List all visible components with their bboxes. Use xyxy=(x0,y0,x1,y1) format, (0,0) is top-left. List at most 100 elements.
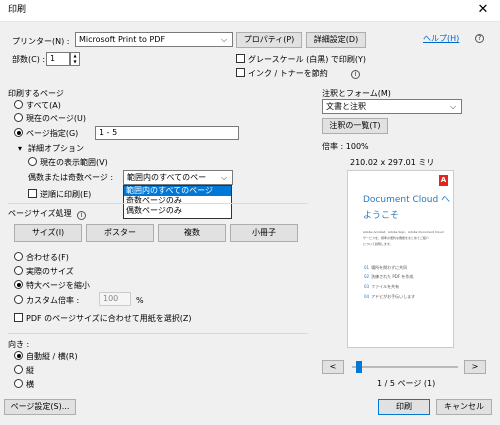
pages-heading: 印刷するページ xyxy=(8,89,64,98)
help-icon[interactable]: ? xyxy=(475,32,485,43)
grayscale-checkbox[interactable] xyxy=(236,54,245,63)
reverse-checkbox[interactable] xyxy=(28,189,37,198)
chevron-down-icon: ⌵ xyxy=(449,102,457,111)
sizing-option-custom[interactable]: カスタム倍率 : xyxy=(14,295,79,306)
copies-label: 部数(C) : xyxy=(12,55,46,64)
orientation-heading: 向き : xyxy=(8,340,30,349)
close-icon[interactable]: ✕ xyxy=(474,2,492,17)
print-button[interactable]: 印刷 xyxy=(378,399,430,415)
sizing-option-fit[interactable]: 合わせる(F) xyxy=(14,252,69,263)
current-view-label: 現在の表示範囲(V) xyxy=(40,158,108,167)
radio-button[interactable] xyxy=(14,365,23,374)
help-question-icon: ? xyxy=(475,34,484,43)
preview-bullet: 02 洗練された PDF を作成 xyxy=(364,274,414,279)
sizing-option-label: 特大ページを縮小 xyxy=(26,281,90,290)
reverse-option[interactable]: 逆順に印刷(E) xyxy=(28,189,91,200)
comments-forms-select[interactable]: 文書と注釈 ⌵ xyxy=(322,99,462,114)
radio-button[interactable] xyxy=(14,113,23,122)
multiple-button[interactable]: 複数 xyxy=(158,224,226,242)
page-sizing-label: ページサイズ処理 xyxy=(8,209,72,218)
sizing-option-label: 合わせる(F) xyxy=(26,253,69,262)
pages-option-label: 現在のページ(U) xyxy=(26,114,86,123)
orientation-option-label: 縦 xyxy=(26,366,34,375)
preview-scale: 倍率 : 100% xyxy=(322,142,369,151)
comment-summary-button[interactable]: 注釈の一覧(T) xyxy=(322,118,388,134)
dropdown-option[interactable]: 偶数ページのみ xyxy=(124,206,231,216)
orientation-option-label: 自動縦 / 横(R) xyxy=(26,352,78,361)
page-range-input[interactable]: 1 - 5 xyxy=(95,126,239,140)
sizing-option-actual[interactable]: 実際のサイズ xyxy=(14,266,74,277)
chevron-down-icon: ⌵ xyxy=(220,35,228,44)
preview-bullet: 04 アドビがお手伝いします xyxy=(364,294,416,299)
page-slider-track[interactable] xyxy=(352,366,458,368)
pages-option-current[interactable]: 現在のページ(U) xyxy=(14,113,86,124)
adobe-logo: A xyxy=(439,175,448,186)
radio-button[interactable] xyxy=(14,252,23,261)
grayscale-option[interactable]: グレースケール (白黒) で印刷(Y) xyxy=(236,54,366,65)
grayscale-label: グレースケール (白黒) で印刷(Y) xyxy=(248,55,367,64)
dropdown-option[interactable]: 範囲内のすべてのページ xyxy=(124,186,231,196)
preview-bullet: 03 ファイルを共有 xyxy=(364,284,400,289)
booklet-button[interactable]: 小冊子 xyxy=(230,224,298,242)
printer-selected-value: Microsoft Print to PDF xyxy=(79,35,166,44)
reverse-label: 逆順に印刷(E) xyxy=(40,190,92,199)
page-setup-button[interactable]: ページ設定(S)... xyxy=(4,399,76,415)
pages-option-all[interactable]: すべて(A) xyxy=(14,100,61,111)
advanced-button[interactable]: 詳細設定(D) xyxy=(306,32,366,48)
odd-even-dropdown-list: 範囲内のすべてのページ 奇数ページのみ 偶数ページのみ xyxy=(123,185,232,219)
orientation-option-auto[interactable]: 自動縦 / 横(R) xyxy=(14,351,78,362)
help-link[interactable]: ヘルプ(H) xyxy=(423,33,459,44)
pages-option-label: すべて(A) xyxy=(26,101,61,110)
window-title: 印刷 xyxy=(8,5,27,15)
size-button[interactable]: サイズ(I) xyxy=(14,224,82,242)
next-page-button[interactable]: > xyxy=(464,360,486,374)
radio-button[interactable] xyxy=(14,100,23,109)
properties-button[interactable]: プロパティ(P) xyxy=(236,32,302,48)
dropdown-option[interactable]: 奇数ページのみ xyxy=(124,196,231,206)
page-sizing-heading: ページサイズ処理 i xyxy=(8,208,87,220)
page-preview: A Document Cloud へ ようこそ Adobe Acrobat、Ad… xyxy=(347,170,454,348)
info-icon[interactable]: i xyxy=(77,211,87,220)
page-indicator: 1 / 5 ページ (1) xyxy=(377,379,436,388)
more-options-label: 詳細オプション xyxy=(28,144,85,153)
pages-option-range[interactable]: ページ指定(G) xyxy=(14,128,78,139)
sizing-option-label: 実際のサイズ xyxy=(26,267,74,276)
custom-scale-input[interactable]: 100 xyxy=(99,292,131,306)
radio-button[interactable] xyxy=(14,266,23,275)
sizing-option-shrink[interactable]: 特大ページを縮小 xyxy=(14,280,90,291)
save-ink-checkbox[interactable] xyxy=(236,68,245,77)
preview-bullet: 01 場所を問わずに共同 xyxy=(364,265,408,270)
radio-button[interactable] xyxy=(28,157,37,166)
spin-down-icon[interactable]: ▼ xyxy=(71,59,79,65)
radio-button[interactable] xyxy=(14,351,23,360)
printer-select[interactable]: Microsoft Print to PDF ⌵ xyxy=(75,32,233,47)
comments-selected-value: 文書と注釈 xyxy=(326,102,366,111)
orientation-option-portrait[interactable]: 縦 xyxy=(14,365,34,376)
save-ink-info[interactable]: i xyxy=(351,68,360,79)
pdf-paper-checkbox[interactable] xyxy=(14,313,23,322)
odd-even-select[interactable]: 範囲内のすべてのペー ⌵ xyxy=(123,170,233,185)
copies-spinner[interactable]: ▲ ▼ xyxy=(70,52,80,66)
odd-even-label: 偶数または奇数ページ : xyxy=(28,173,114,182)
preview-doc-body: Adobe Acrobat、Adobe Sign、Adobe Document … xyxy=(363,230,444,234)
cancel-button[interactable]: キャンセル xyxy=(436,399,492,415)
divider xyxy=(8,333,308,334)
radio-button[interactable] xyxy=(14,280,23,289)
current-view-option[interactable]: 現在の表示範囲(V) xyxy=(28,157,108,168)
pdf-paper-option[interactable]: PDF のページサイズに合わせて用紙を選択(Z) xyxy=(14,313,191,324)
radio-button[interactable] xyxy=(14,379,23,388)
pages-option-label: ページ指定(G) xyxy=(26,129,79,138)
poster-button[interactable]: ポスター xyxy=(86,224,154,242)
radio-button[interactable] xyxy=(14,128,23,137)
scale-unit: % xyxy=(136,296,144,305)
save-ink-option[interactable]: インク / トナーを節約 xyxy=(236,68,328,79)
more-options-toggle[interactable]: ▾ 詳細オプション xyxy=(18,143,84,154)
expand-icon: ▾ xyxy=(18,144,23,153)
page-slider-thumb[interactable] xyxy=(356,361,362,373)
radio-button[interactable] xyxy=(14,295,23,304)
odd-even-selected-value: 範囲内のすべてのペー xyxy=(127,173,207,182)
copies-input[interactable]: 1 xyxy=(46,52,70,66)
sizing-option-label: カスタム倍率 : xyxy=(26,296,80,305)
orientation-option-landscape[interactable]: 横 xyxy=(14,379,34,390)
prev-page-button[interactable]: < xyxy=(322,360,344,374)
